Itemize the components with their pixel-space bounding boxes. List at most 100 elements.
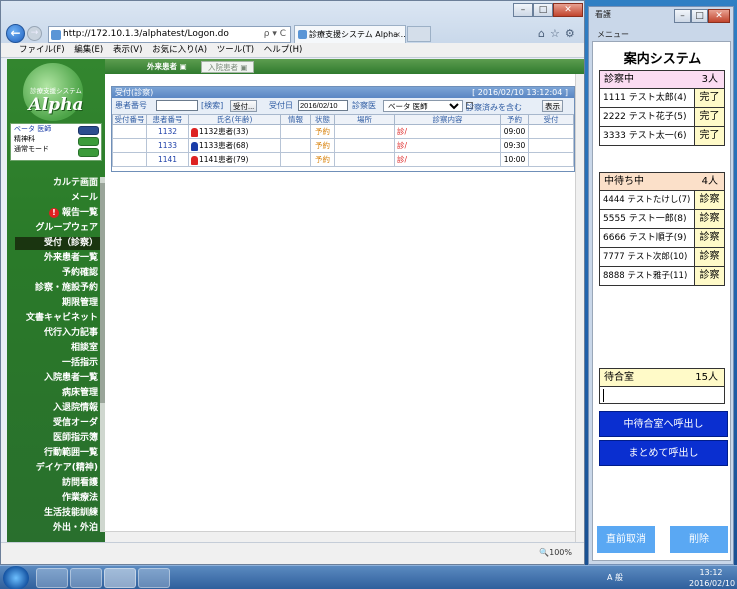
tab-outpatient[interactable]: 外来患者 ▣ — [141, 61, 193, 73]
sidebar-item-doctor-instructions[interactable]: 医師指示簿 — [7, 432, 100, 445]
sidebar-item-consult[interactable]: 相談室 — [7, 342, 100, 355]
table-row[interactable]: 1141 1141患者(79) 予約 診/ 10:00 — [112, 152, 574, 167]
exam-button[interactable]: 診察 — [694, 267, 724, 285]
cell-patient-no[interactable]: 1133 — [146, 138, 189, 153]
horizontal-scrollbar[interactable] — [105, 531, 575, 542]
sidebar-item-orders[interactable]: 受信オーダ — [7, 417, 100, 430]
patient-no-input[interactable] — [156, 100, 198, 111]
sidebar-item-proxy-input[interactable]: 代行入力記事 — [7, 327, 100, 340]
maximize-button[interactable]: □ — [533, 3, 553, 17]
delete-button[interactable]: 削除 — [670, 526, 728, 553]
cell-content[interactable]: 診/ — [394, 124, 501, 139]
sidebar-item-beds[interactable]: 病床管理 — [7, 387, 100, 400]
list-item[interactable]: 5555 テスト一郎(8) 診察 — [600, 209, 724, 228]
list-item[interactable]: 1111 テスト太郎(4) 完了 — [600, 88, 724, 107]
close-button[interactable]: ✕ — [553, 3, 583, 17]
sidebar-item-reservations[interactable]: 予約確認 — [7, 267, 100, 280]
tab-inpatient[interactable]: 入院患者 ▣ — [201, 61, 255, 73]
sidebar-item-facility-booking[interactable]: 診察・施設予約 — [7, 282, 100, 295]
sidebar-item-ot[interactable]: 作業療法 — [7, 492, 100, 505]
zoom-level[interactable]: 🔍100% — [539, 548, 572, 557]
exam-button[interactable]: 診察 — [694, 210, 724, 228]
done-button[interactable]: 完了 — [694, 127, 724, 145]
sidebar-scrollbar[interactable] — [100, 177, 105, 532]
col-content[interactable]: 診察内容 — [394, 114, 501, 125]
home-icon[interactable]: ⌂ — [538, 27, 550, 40]
start-button[interactable] — [3, 566, 29, 589]
col-info[interactable]: 情報 — [280, 114, 311, 125]
menu-tools[interactable]: ツール(T) — [217, 45, 254, 55]
col-place[interactable]: 場所 — [334, 114, 395, 125]
exam-button[interactable]: 診察 — [694, 191, 724, 209]
close-tab-icon[interactable]: × — [394, 26, 401, 43]
col-reserve[interactable]: 予約 — [500, 114, 529, 125]
display-button[interactable]: 表示 — [542, 100, 563, 112]
sidebar-item-mail[interactable]: メール — [7, 192, 100, 205]
explorer-taskbar-icon[interactable] — [36, 568, 68, 588]
list-item[interactable]: 3333 テスト太一(6) 完了 — [600, 126, 724, 145]
sidebar-item-batch[interactable]: 一括指示 — [7, 357, 100, 370]
guide-menu[interactable]: メニュー — [597, 29, 629, 40]
cell-name[interactable]: 1133患者(68) — [188, 138, 281, 153]
gear-icon[interactable]: ⚙ — [565, 27, 580, 40]
reception-button[interactable]: 受付... — [230, 100, 258, 112]
minimize-button[interactable]: – — [513, 3, 533, 17]
ie-taskbar-icon[interactable] — [104, 568, 136, 588]
lobby-input[interactable] — [600, 386, 724, 403]
sidebar-item-outings[interactable]: 外出・外泊 — [7, 522, 100, 535]
favorites-icon[interactable]: ☆ — [550, 27, 565, 40]
back-button[interactable]: ← — [6, 24, 25, 43]
col-patient-no[interactable]: 患者番号 — [146, 114, 189, 125]
excel-taskbar-icon[interactable] — [138, 568, 170, 588]
sidebar-item-sst[interactable]: 生活技能訓練 — [7, 507, 100, 520]
cell-content[interactable]: 診/ — [394, 138, 501, 153]
browser-tab[interactable]: 診療支援システム Alpha ... × — [294, 25, 406, 43]
ime-indicator[interactable]: A 般 — [607, 572, 623, 583]
list-item[interactable]: 2222 テスト花子(5) 完了 — [600, 107, 724, 126]
table-row[interactable]: 1132 1132患者(33) 予約 診/ 09:00 — [112, 124, 574, 139]
logout-toggle[interactable] — [78, 126, 99, 135]
department-toggle[interactable] — [78, 137, 99, 146]
undo-button[interactable]: 直前取消 — [597, 526, 655, 553]
col-status[interactable]: 状態 — [310, 114, 335, 125]
sidebar-item-chart[interactable]: カルテ画面 — [7, 177, 100, 190]
sidebar-item-home-nursing[interactable]: 訪問看護 — [7, 477, 100, 490]
list-item[interactable]: 4444 テストたけし(7) 診察 — [600, 190, 724, 209]
address-bar[interactable]: http://172.10.1.3/alphatest/Logon.do ρ ▾… — [48, 26, 291, 43]
cell-name[interactable]: 1141患者(79) — [188, 152, 281, 167]
col-accept[interactable]: 受付 — [528, 114, 574, 125]
minimize-button[interactable]: – — [674, 9, 691, 23]
sidebar-item-groupware[interactable]: グループウェア — [7, 222, 100, 235]
doctor-select[interactable]: ベータ 医師 — [383, 100, 463, 112]
call-all-button[interactable]: まとめて呼出し — [599, 440, 728, 466]
exam-button[interactable]: 診察 — [694, 248, 724, 266]
forward-button[interactable]: → — [27, 26, 42, 41]
sidebar-item-daycare[interactable]: デイケア(精神) — [7, 462, 100, 475]
mode-toggle[interactable] — [78, 148, 99, 157]
new-tab-button[interactable] — [407, 26, 431, 42]
done-button[interactable]: 完了 — [694, 89, 724, 107]
list-item[interactable]: 6666 テスト順子(9) 診察 — [600, 228, 724, 247]
list-item[interactable]: 7777 テスト次郎(10) 診察 — [600, 247, 724, 266]
call-inner-waiting-button[interactable]: 中待合室へ呼出し — [599, 411, 728, 437]
media-taskbar-icon[interactable] — [70, 568, 102, 588]
sidebar-item-reports[interactable]: ! 報告一覧 — [7, 207, 100, 220]
scroll-thumb[interactable] — [100, 183, 105, 403]
sidebar-item-deadlines[interactable]: 期限管理 — [7, 297, 100, 310]
sidebar-item-documents[interactable]: 文書キャビネット — [7, 312, 100, 325]
close-button[interactable]: ✕ — [708, 9, 730, 23]
menu-favorites[interactable]: お気に入り(A) — [152, 45, 207, 55]
list-item[interactable]: 8888 テスト雅子(11) 診察 — [600, 266, 724, 285]
exam-button[interactable]: 診察 — [694, 229, 724, 247]
menu-file[interactable]: ファイル(F) — [19, 45, 65, 55]
col-name[interactable]: 氏名(年齢) — [188, 114, 281, 125]
maximize-button[interactable]: □ — [691, 9, 708, 23]
menu-edit[interactable]: 編集(E) — [74, 45, 103, 55]
clock[interactable]: 13:12 2016/02/10 — [689, 567, 735, 589]
cell-patient-no[interactable]: 1141 — [146, 152, 189, 167]
table-row[interactable]: 1133 1133患者(68) 予約 診/ 09:30 — [112, 138, 574, 153]
sidebar-item-inpatients[interactable]: 入院患者一覧 — [7, 372, 100, 385]
sidebar-item-outpatients[interactable]: 外来患者一覧 — [7, 252, 100, 265]
reception-date-input[interactable] — [298, 100, 348, 111]
sidebar-item-admission[interactable]: 入退院情報 — [7, 402, 100, 415]
